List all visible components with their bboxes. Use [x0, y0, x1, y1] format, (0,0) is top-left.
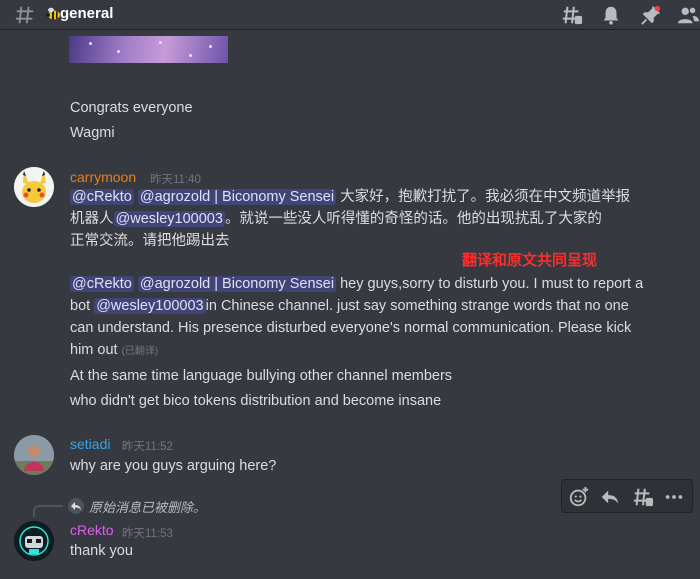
- timestamp: 昨天11:40: [150, 174, 201, 186]
- author-name-text[interactable]: carrymoon: [70, 169, 136, 185]
- robot-avatar-icon: [14, 521, 54, 561]
- message-text: who didn't get bico tokens distribution …: [70, 393, 442, 409]
- message-text: Congrats everyone: [70, 100, 193, 116]
- image-attachment[interactable]: [69, 36, 228, 63]
- author-name[interactable]: carrymoon: [70, 169, 136, 185]
- red-annotation: 翻译和原文共同呈现: [462, 252, 598, 269]
- reply-deleted-icon: [68, 498, 84, 514]
- message-text: 机器人: [70, 211, 114, 227]
- create-thread-icon[interactable]: [632, 486, 654, 508]
- avatar[interactable]: [14, 435, 54, 475]
- author-name[interactable]: setiadi: [70, 436, 110, 452]
- message-text: him out: [70, 342, 118, 358]
- channel-header: general: [0, 0, 700, 30]
- timestamp: 昨天11:52: [122, 441, 173, 453]
- threads-icon[interactable]: [561, 4, 583, 26]
- message-text-en-line2: bot @wesley100003 in Chinese channel. jus…: [70, 295, 629, 317]
- message-text-en-line3: can understand. His presence disturbed e…: [70, 320, 632, 336]
- message-text: hey guys,sorry to disturb you. I must to…: [336, 276, 644, 292]
- message-text: 大家好，抱歉打扰了。我必须在中文频道举报: [336, 189, 631, 205]
- author-name-text[interactable]: setiadi: [70, 436, 110, 452]
- channel-name[interactable]: general: [60, 5, 113, 22]
- translated-label: (已翻译): [121, 346, 159, 357]
- reply-deleted-text: 原始消息已被删除。: [89, 500, 207, 515]
- members-icon[interactable]: [677, 4, 699, 26]
- mention[interactable]: @agrozold | Biconomy Sensei: [137, 276, 337, 292]
- message-text-zh-line3: 正常交流。请把他踢出去: [70, 233, 230, 249]
- author-name-text[interactable]: cRekto: [70, 522, 114, 538]
- message-text: in Chinese channel. just say something s…: [205, 298, 629, 314]
- pikachu-avatar-icon: [14, 167, 54, 207]
- message-text: At the same time language bullying other…: [70, 368, 453, 384]
- author-name[interactable]: cRekto: [70, 522, 114, 538]
- message-actions-toolbar: [561, 479, 693, 513]
- message-text-en-line1: @cRekto @agrozold | Biconomy Sensei hey …: [70, 273, 643, 295]
- bell-icon[interactable]: [600, 4, 622, 26]
- timestamp: 昨天11:53: [122, 528, 173, 540]
- message-text-en-line4: him out (已翻译): [70, 339, 158, 363]
- message-text: why are you guys arguing here?: [70, 458, 277, 474]
- message-text-zh-line1: @cRekto @agrozold | Biconomy Sensei 大家好，…: [70, 186, 630, 208]
- more-icon[interactable]: [663, 486, 685, 508]
- user-photo-icon: [14, 435, 54, 475]
- message-text: 。就说一些没人听得懂的奇怪的话。他的出现扰乱了大家的: [224, 211, 602, 227]
- add-reaction-icon[interactable]: [568, 486, 590, 508]
- message-text: Wagmi: [70, 125, 115, 141]
- mention[interactable]: @cRekto: [70, 189, 134, 205]
- message-text: thank you: [70, 543, 133, 559]
- message-text: bot: [70, 298, 95, 314]
- avatar[interactable]: [14, 167, 54, 207]
- mention[interactable]: @wesley100003: [113, 211, 225, 227]
- bee-emoji-icon: [46, 7, 60, 20]
- reply-icon[interactable]: [599, 486, 621, 508]
- hash-icon: [15, 6, 34, 24]
- mention[interactable]: @agrozold | Biconomy Sensei: [137, 189, 337, 205]
- avatar[interactable]: [14, 521, 54, 561]
- message-text-zh-line2: 机器人 @wesley100003 。就说一些没人听得懂的奇怪的话。他的出现扰乱了大…: [70, 208, 602, 230]
- pin-icon[interactable]: [640, 4, 662, 26]
- mention[interactable]: @cRekto: [70, 276, 134, 292]
- mention[interactable]: @wesley100003: [94, 298, 206, 314]
- reply-connector: [33, 505, 63, 517]
